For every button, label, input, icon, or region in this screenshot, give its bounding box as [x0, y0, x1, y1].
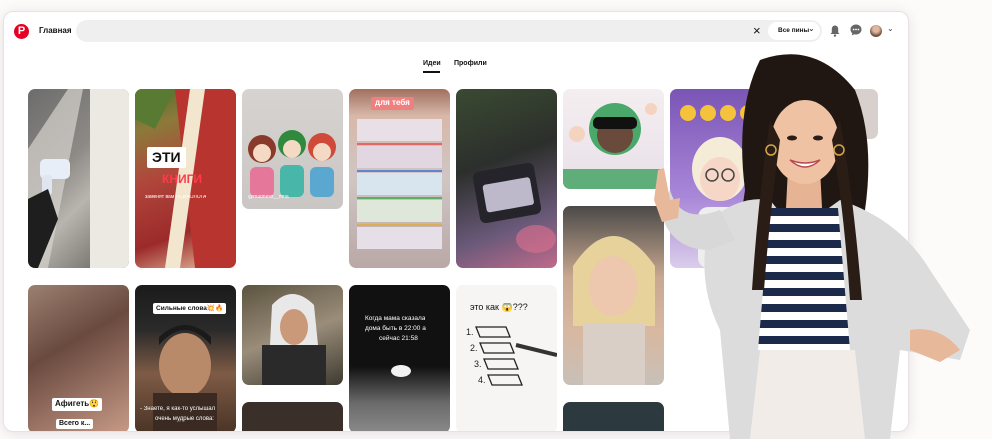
pin-card[interactable] — [456, 89, 557, 268]
tab-ideas[interactable]: Идеи — [423, 60, 441, 67]
svg-text:4.: 4. — [478, 375, 486, 385]
pin-card[interactable] — [28, 89, 129, 268]
chat-icon[interactable] — [850, 24, 862, 36]
search-bar[interactable]: × Все пины ⌄ — [76, 20, 822, 42]
pin-title: КНИГИ — [162, 173, 203, 186]
search-input[interactable] — [86, 23, 746, 39]
pin-image — [262, 294, 326, 385]
avatar[interactable] — [870, 25, 882, 37]
pin-card[interactable]: Когда мама сказала дома быть в 22:00 а с… — [349, 285, 450, 431]
pin-caption: Всего к... — [56, 419, 94, 429]
pin-card[interactable]: Афигеть😲 Всего к... — [28, 285, 129, 431]
pin-card[interactable] — [242, 285, 343, 385]
pin-title: ЭТИ — [147, 147, 186, 169]
pinterest-logo-icon[interactable]: P — [14, 24, 29, 39]
pin-card[interactable]: Сильные слова💥🔥 - Знаете, я как-то услыш… — [135, 285, 236, 431]
pin-image — [391, 365, 411, 377]
pin-card[interactable]: @madness__mha — [242, 89, 343, 209]
pin-caption: заменят вам ПСИХОЛОГА — [145, 195, 207, 200]
svg-text:3.: 3. — [474, 359, 482, 369]
pin-handle: @madness__mha — [248, 195, 289, 200]
pin-card[interactable] — [242, 402, 343, 431]
chevron-down-icon[interactable]: ⌄ — [887, 24, 894, 33]
pin-image: 1. 2. 3. 4. — [466, 326, 557, 386]
pin-filter-dropdown[interactable]: Все пины ⌄ — [768, 22, 820, 40]
pin-card[interactable]: для тебя — [349, 89, 450, 268]
pin-card[interactable]: ЭТИ КНИГИ заменят вам ПСИХОЛОГА — [135, 89, 236, 268]
filter-label: Все пины — [778, 27, 810, 34]
presenter-person-image — [654, 54, 970, 439]
clear-icon[interactable]: × — [753, 22, 761, 40]
svg-text:1.: 1. — [466, 327, 474, 337]
pin-caption: очень мудрые слова: — [155, 416, 214, 422]
pin-image — [357, 119, 442, 249]
top-bar: P Главная × Все пины ⌄ ⌄ — [4, 12, 908, 52]
pin-caption: Афигеть😲 — [52, 398, 103, 411]
pin-card[interactable]: это как 😱??? 1. 2. 3. 4. — [456, 285, 557, 431]
pin-caption: - Знаете, я как-то услышал — [140, 406, 216, 412]
bell-icon[interactable] — [830, 25, 840, 37]
svg-text:2.: 2. — [470, 343, 478, 353]
pin-image — [472, 162, 556, 253]
pin-image — [28, 89, 129, 268]
chevron-down-icon: ⌄ — [808, 24, 815, 33]
active-tab-indicator — [423, 71, 440, 73]
tab-profiles[interactable]: Профили — [454, 60, 487, 67]
pin-image — [248, 130, 336, 197]
home-button[interactable]: Главная — [39, 26, 72, 35]
